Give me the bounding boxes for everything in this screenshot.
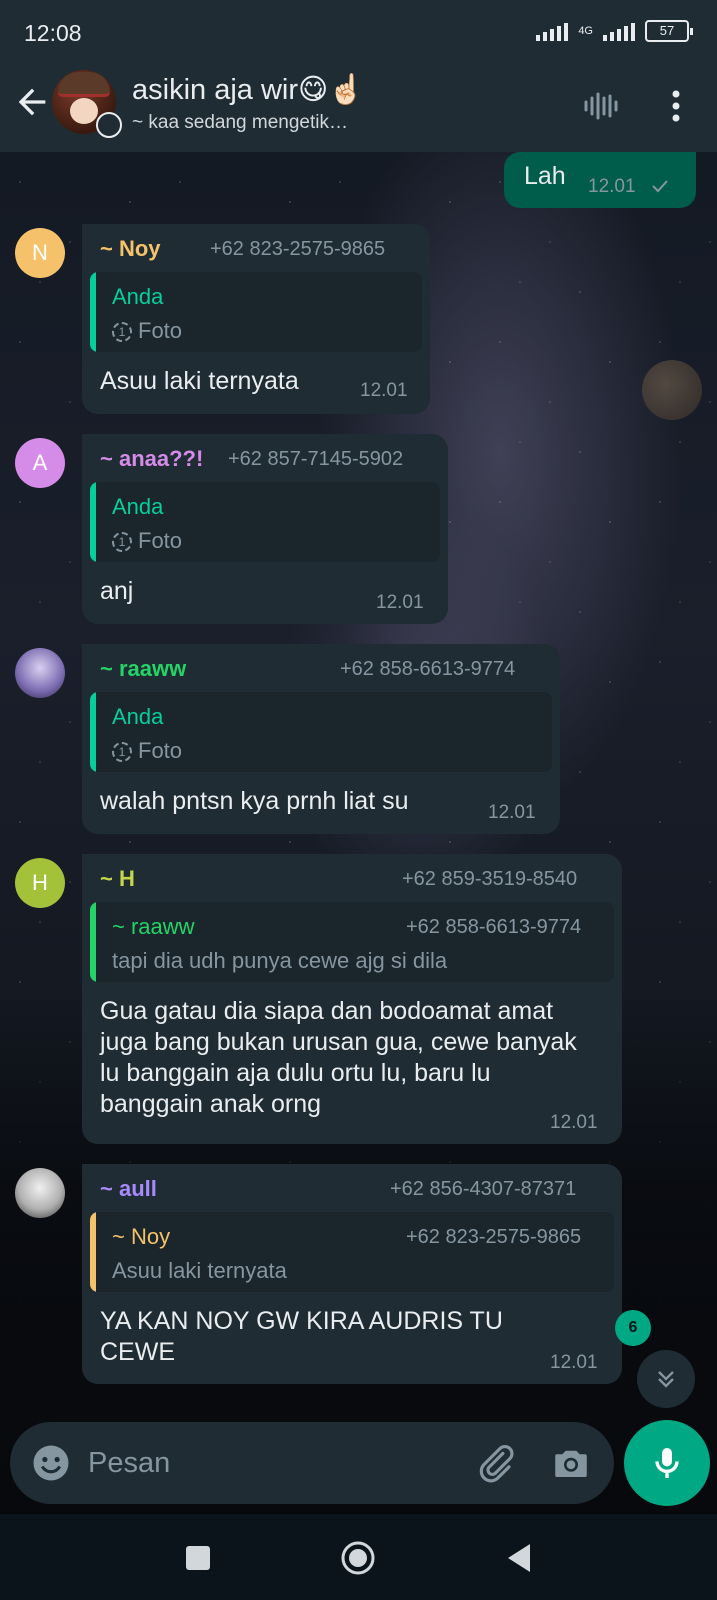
quote-phone: +62 823-2575-9865 — [406, 1226, 582, 1248]
quote-text: 1 Foto — [112, 528, 182, 554]
sender-phone: +62 857-7145-5902 — [228, 448, 404, 470]
quoted-message[interactable]: Anda 1 Foto — [90, 272, 422, 352]
quote-name: ~ raaww — [112, 914, 195, 939]
message-text: YA KAN NOY GW KIRA AUDRIS TU CEWE — [100, 1307, 503, 1366]
message-composer — [10, 1422, 614, 1504]
avatar[interactable]: H — [15, 858, 65, 908]
incoming-message[interactable]: ~ H +62 859-3519-8540 ~ raaww +62 858-66… — [82, 854, 622, 1144]
sender-name[interactable]: ~ aull — [100, 1176, 157, 1202]
back-arrow-icon[interactable] — [12, 82, 52, 122]
wallpaper-moon — [642, 360, 702, 420]
emoji-icon[interactable] — [30, 1442, 72, 1484]
signal-icon-2 — [603, 21, 635, 41]
incoming-message[interactable]: ~ raaww +62 858-6613-9774 Anda 1 Foto wal… — [82, 644, 560, 834]
square-nav-icon[interactable] — [178, 1538, 218, 1578]
sender-phone: +62 823-2575-9865 — [210, 238, 386, 260]
message-time: 12.01 — [488, 802, 536, 823]
avatar[interactable] — [15, 1168, 65, 1218]
triangle-nav-icon[interactable] — [500, 1538, 540, 1578]
incoming-message[interactable]: ~ aull +62 856-4307-87371 ~ Noy +62 823-… — [82, 1164, 622, 1384]
sender-name[interactable]: ~ Noy — [100, 236, 161, 262]
outgoing-message[interactable]: Lah 12.01 — [504, 152, 696, 208]
sender-phone: +62 859-3519-8540 — [402, 868, 578, 890]
avatar[interactable]: N — [15, 228, 65, 278]
message-input[interactable] — [88, 1442, 468, 1484]
check-icon — [652, 180, 668, 193]
unread-badge[interactable]: 6 — [615, 1310, 651, 1346]
view-once-icon: 1 — [112, 532, 132, 553]
quote-name: ~ Noy — [112, 1224, 171, 1249]
status-time: 12:08 — [24, 20, 82, 46]
mic-icon — [655, 1448, 679, 1478]
message-text: anj — [100, 577, 134, 605]
status-ring-icon — [96, 112, 122, 138]
quote-bar — [90, 482, 96, 562]
signal-icon — [536, 21, 569, 41]
incoming-message[interactable]: ~ anaa??! +62 857-7145-5902 Anda 1 Foto a… — [82, 434, 448, 624]
voice-chat-icon[interactable] — [580, 86, 620, 126]
quote-name: Anda — [112, 704, 164, 729]
sender-phone: +62 858-6613-9774 — [340, 658, 516, 680]
chat-area: Lah 12.01 N ~ Noy +62 823-2575-9865 Anda… — [0, 152, 717, 1514]
message-time: 12.01 — [588, 176, 636, 197]
chat-header: asikin aja wir😋☝🏻 ~ kaa sedang mengetik… — [0, 62, 717, 152]
message-time: 12.01 — [550, 1352, 598, 1373]
system-nav-bar — [0, 1514, 717, 1600]
message-time: 12.01 — [550, 1112, 598, 1133]
quote-bar — [90, 902, 96, 982]
circle-nav-icon[interactable] — [338, 1538, 378, 1578]
network-label: 4G — [578, 25, 593, 37]
quoted-message[interactable]: ~ Noy +62 823-2575-9865 Asuu laki ternya… — [90, 1212, 614, 1292]
avatar[interactable] — [15, 648, 65, 698]
status-icons: 4G 57 — [536, 20, 693, 42]
quote-phone: +62 858-6613-9774 — [406, 916, 582, 938]
message-text: walah pntsn kya prnh liat su — [100, 787, 409, 815]
avatar[interactable]: A — [15, 438, 65, 488]
quote-name: Anda — [112, 284, 164, 309]
quote-bar — [90, 272, 96, 352]
scroll-down-button[interactable] — [637, 1350, 695, 1408]
chat-title[interactable]: asikin aja wir😋☝🏻 — [132, 72, 364, 107]
message-text: Asuu laki ternyata — [100, 367, 299, 395]
incoming-message[interactable]: ~ Noy +62 823-2575-9865 Anda 1 Foto Asuu … — [82, 224, 430, 414]
mic-button[interactable] — [624, 1420, 710, 1506]
view-once-icon: 1 — [112, 742, 132, 763]
message-time: 12.01 — [376, 592, 424, 613]
message-text: Lah — [524, 162, 566, 190]
status-bar: 12:08 4G 57 — [0, 0, 717, 62]
quoted-message[interactable]: Anda 1 Foto — [90, 692, 552, 772]
sender-name[interactable]: ~ raaww — [100, 656, 186, 682]
quoted-message[interactable]: ~ raaww +62 858-6613-9774 tapi dia udh p… — [90, 902, 614, 982]
sender-name[interactable]: ~ anaa??! — [100, 446, 203, 472]
chevron-double-down-icon — [658, 1371, 674, 1388]
message-time: 12.01 — [360, 380, 408, 401]
quote-text: tapi dia udh punya cewe ajg si dila — [112, 948, 448, 973]
quote-text: 1 Foto — [112, 318, 182, 344]
quote-bar — [90, 1212, 96, 1292]
quoted-message[interactable]: Anda 1 Foto — [90, 482, 440, 562]
quote-bar — [90, 692, 96, 772]
more-icon[interactable] — [664, 86, 688, 126]
sender-phone: +62 856-4307-87371 — [390, 1178, 577, 1200]
camera-icon[interactable] — [550, 1442, 592, 1484]
quote-text: Asuu laki ternyata — [112, 1258, 287, 1283]
quote-text: 1 Foto — [112, 738, 182, 764]
view-once-icon: 1 — [112, 322, 132, 343]
quote-name: Anda — [112, 494, 164, 519]
sender-name[interactable]: ~ H — [100, 866, 135, 892]
attach-icon[interactable] — [474, 1442, 516, 1484]
typing-indicator: ~ kaa sedang mengetik… — [132, 112, 348, 133]
battery-icon: 57 — [645, 20, 693, 42]
message-text: Gua gatau dia siapa dan bodoamat amat ju… — [100, 997, 577, 1118]
